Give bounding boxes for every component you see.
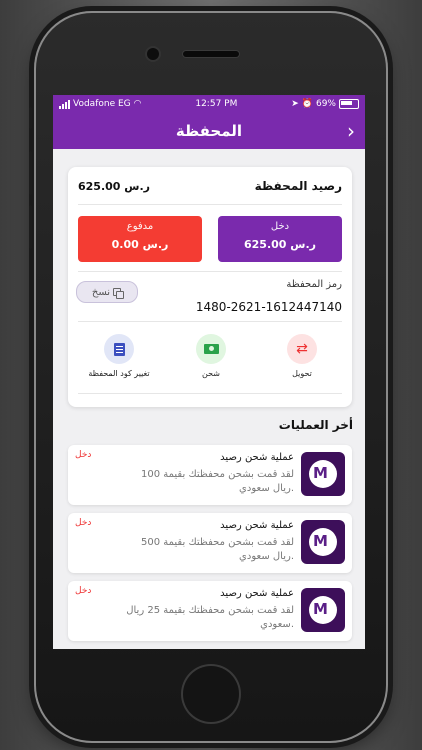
transaction-type: دخل — [75, 450, 92, 460]
wallet-card: رصيد المحفظة 625.00 ر.س دخل 625.00 ر.س م… — [68, 167, 352, 407]
document-icon — [104, 334, 134, 364]
income-box: دخل 625.00 ر.س — [218, 216, 342, 262]
divider — [78, 393, 342, 394]
transaction-title: عملية شحن رصيد — [220, 452, 294, 463]
cash-icon — [196, 334, 226, 364]
transaction-description: لقد قمت بشحن محفظتك بقيمة 500 ريال سعودي… — [140, 537, 294, 562]
paid-box: مدفوع 0.00 ر.س — [78, 216, 202, 262]
mute-switch — [29, 107, 32, 129]
transaction-type: دخل — [75, 518, 92, 528]
transaction-type: دخل — [75, 586, 92, 596]
divider — [78, 271, 342, 272]
front-camera — [147, 48, 159, 60]
copy-icon — [113, 287, 125, 299]
copy-label: نسخ — [91, 286, 111, 298]
battery-percent: 69% — [315, 99, 336, 109]
charge-action[interactable]: شحن — [171, 334, 251, 378]
divider — [78, 204, 342, 205]
signal-icon — [59, 99, 70, 109]
wifi-icon: ◠ — [133, 99, 142, 109]
action-label: تغيير كود المحفظة — [88, 369, 150, 378]
battery-icon — [339, 99, 359, 109]
action-label: تحويل — [292, 369, 312, 378]
page-title: المحفظة — [175, 122, 243, 140]
recent-transactions-title: أخر العمليات — [278, 418, 353, 432]
paid-label: مدفوع — [126, 221, 154, 232]
store-logo-icon — [301, 588, 345, 632]
back-chevron-icon[interactable]: › — [347, 119, 355, 143]
copy-code-button[interactable]: نسخ — [76, 281, 138, 303]
change-code-action[interactable]: تغيير كود المحفظة — [79, 334, 159, 378]
transaction-description: لقد قمت بشحن محفظتك بقيمة 100 ريال سعودي… — [140, 469, 294, 494]
alarm-icon: ⏰ — [301, 99, 313, 109]
action-label: شحن — [202, 369, 220, 378]
transaction-title: عملية شحن رصيد — [220, 588, 294, 599]
paid-value: 0.00 ر.س — [111, 238, 169, 251]
store-logo-icon — [301, 452, 345, 496]
list-item[interactable]: عملية شحن رصيد لقد قمت بشحن محفظتك بقيمة… — [68, 581, 352, 641]
app-screen: Vodafone EG ◠ 12:57 PM ➤ ⏰ 69% المحفظة ›… — [53, 95, 365, 649]
divider — [78, 321, 342, 322]
transaction-description: لقد قمت بشحن محفظتك بقيمة 25 ريال سعودي. — [126, 605, 294, 630]
income-value: 625.00 ر.س — [244, 238, 316, 251]
balance-amount: 625.00 ر.س — [78, 180, 150, 193]
balance-title: رصيد المحفظة — [254, 179, 342, 193]
list-item[interactable]: عملية شحن رصيد لقد قمت بشحن محفظتك بقيمة… — [68, 513, 352, 573]
wallet-code-label: رمز المحفظة — [286, 279, 342, 290]
home-button[interactable] — [183, 666, 239, 722]
status-time: 12:57 PM — [195, 99, 238, 109]
wallet-code-value: 1480-2621-1612447140 — [195, 300, 342, 314]
list-item[interactable]: عملية شحن رصيد لقد قمت بشحن محفظتك بقيمة… — [68, 445, 352, 505]
status-bar: Vodafone EG ◠ 12:57 PM ➤ ⏰ 69% — [53, 95, 365, 113]
earpiece-speaker — [183, 51, 239, 57]
volume-down-button — [29, 205, 32, 249]
income-label: دخل — [270, 221, 290, 232]
location-icon: ➤ — [291, 99, 299, 109]
transaction-title: عملية شحن رصيد — [220, 520, 294, 531]
carrier-name: Vodafone EG — [73, 99, 131, 109]
store-logo-icon — [301, 520, 345, 564]
transfer-action[interactable]: ⇄ تحويل — [262, 334, 342, 378]
volume-up-button — [29, 151, 32, 195]
transfer-arrows-icon: ⇄ — [287, 334, 317, 364]
app-header: المحفظة › — [53, 113, 365, 149]
